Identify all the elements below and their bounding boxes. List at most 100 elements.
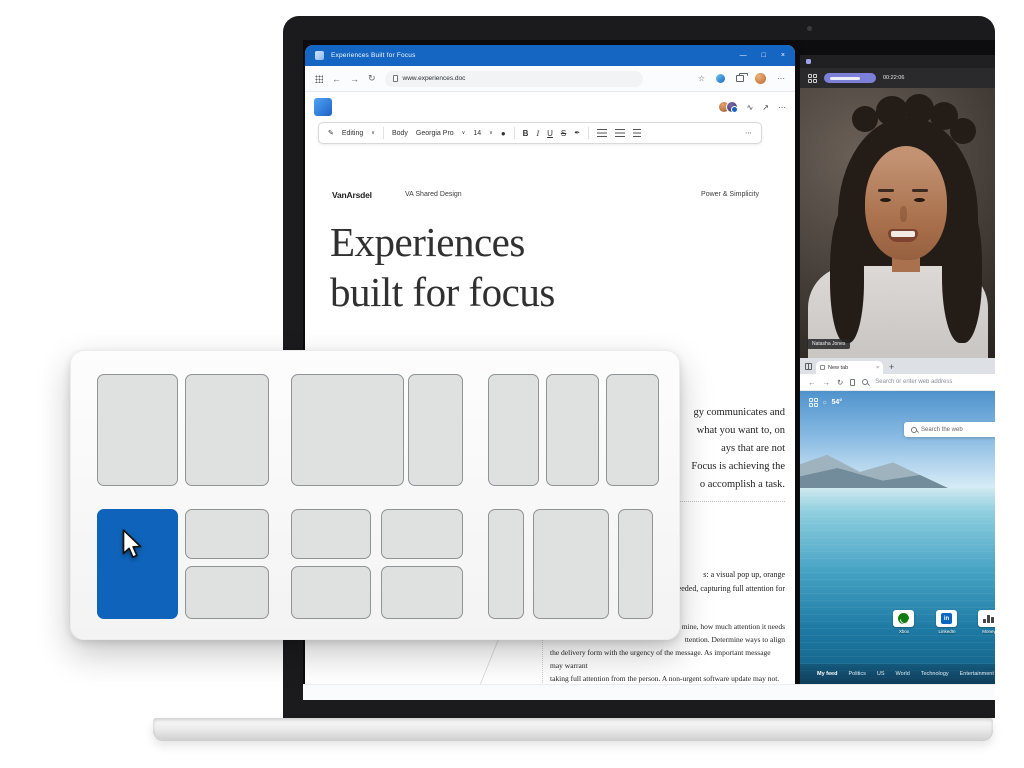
profile-avatar[interactable] <box>755 73 766 84</box>
underline-button[interactable]: U <box>547 129 553 138</box>
doc-header-center: VA Shared Design <box>405 191 462 198</box>
search-icon <box>862 379 868 385</box>
feed-tab-world[interactable]: World <box>896 671 910 677</box>
refresh-icon[interactable]: ↻ <box>368 73 376 84</box>
edge-window[interactable]: New tab × + ← → ↻ Search or enter web ad… <box>800 358 995 684</box>
xbox-icon <box>898 613 909 624</box>
snap-cell-selected[interactable] <box>97 509 178 619</box>
snap-cell[interactable] <box>185 566 269 619</box>
layout-grid-icon[interactable] <box>809 398 818 407</box>
feed-tab-my-feed[interactable]: My feed <box>817 671 837 677</box>
chevron-down-icon[interactable]: ∨ <box>489 130 493 136</box>
font-select[interactable]: Georgia Pro <box>416 130 454 137</box>
close-icon[interactable]: × <box>781 52 785 59</box>
refresh-icon[interactable]: ↻ <box>837 378 843 387</box>
quick-link-label: LinkedIn <box>927 629 967 634</box>
maximize-icon[interactable]: □ <box>762 52 766 59</box>
snap-cell[interactable] <box>291 566 371 619</box>
forward-icon[interactable]: → <box>350 74 359 84</box>
more-options-icon[interactable]: ⋯ <box>778 103 786 112</box>
address-url: www.experiences.doc <box>403 75 466 82</box>
ocean-background <box>800 488 995 684</box>
snap-cell[interactable] <box>533 509 609 619</box>
snap-cell[interactable] <box>381 566 463 619</box>
close-tab-icon[interactable]: × <box>876 365 879 371</box>
snap-cell[interactable] <box>185 509 269 559</box>
quick-link-money[interactable] <box>978 610 995 627</box>
gallery-view-icon[interactable] <box>808 74 817 83</box>
style-select[interactable]: Body <box>392 130 408 137</box>
snap-cell[interactable] <box>618 509 653 619</box>
snap-cell[interactable] <box>291 509 371 559</box>
italic-button[interactable]: I <box>536 129 539 138</box>
collections-icon[interactable] <box>736 75 744 82</box>
collaborator-avatars[interactable] <box>718 101 738 113</box>
tab-actions-icon[interactable] <box>805 363 812 370</box>
address-bar[interactable]: www.experiences.doc <box>385 71 643 87</box>
page-icon <box>850 379 855 386</box>
meeting-window[interactable]: 00:22:06 Natasha <box>800 55 995 358</box>
window-titlebar[interactable]: Experiences Built for Focus — □ × <box>305 45 795 66</box>
feed-tab-us[interactable]: US <box>877 671 885 677</box>
numbered-list-icon[interactable] <box>615 129 625 137</box>
news-feed-nav: My feed Politics US World Technology Ent… <box>800 664 995 684</box>
new-tab-page: ☼ 54° Search the web Xbox in LinkedIn Mo… <box>800 391 995 684</box>
meeting-timer: 00:22:06 <box>883 75 904 81</box>
snap-cell[interactable] <box>291 374 404 486</box>
minimize-icon[interactable]: — <box>740 52 747 59</box>
edge-address-bar: ← → ↻ Search or enter web address <box>800 374 995 391</box>
chevron-down-icon[interactable]: ∨ <box>462 130 466 136</box>
editing-mode-button[interactable]: Editing <box>342 130 363 137</box>
doc-paragraph-4: the delivery form with the urgency of th… <box>550 646 785 684</box>
activity-icon[interactable]: ∿ <box>747 103 754 112</box>
quick-link-label: Xbox <box>884 629 924 634</box>
feed-tab-technology[interactable]: Technology <box>921 671 949 677</box>
snap-cell[interactable] <box>546 374 599 486</box>
snap-cell[interactable] <box>488 509 524 619</box>
meeting-toolbar: 00:22:06 <box>800 68 995 88</box>
ribbon-more-icon[interactable]: ⋯ <box>745 129 752 137</box>
participant-name-tag: Natasha Jones <box>807 339 850 349</box>
sun-icon: ☼ <box>822 400 828 406</box>
align-icon[interactable] <box>633 129 641 137</box>
snap-cell[interactable] <box>381 509 463 559</box>
meeting-titlebar[interactable] <box>800 55 995 68</box>
weather-widget[interactable]: ☼ 54° <box>809 398 842 407</box>
font-size-select[interactable]: 14 <box>473 130 481 137</box>
bullet-list-icon[interactable] <box>597 129 607 137</box>
snap-cell[interactable] <box>185 374 269 486</box>
new-tab-button[interactable]: + <box>889 362 894 372</box>
feed-tab-politics[interactable]: Politics <box>848 671 865 677</box>
chevron-down-icon[interactable]: ∨ <box>371 130 375 136</box>
snap-cell[interactable] <box>488 374 539 486</box>
browser-essentials-icon[interactable] <box>716 74 725 83</box>
address-placeholder[interactable]: Search or enter web address <box>875 379 952 385</box>
favorites-icon[interactable]: ☆ <box>698 74 705 83</box>
word-logo-icon[interactable] <box>314 98 332 116</box>
web-search-box[interactable]: Search the web <box>904 422 995 437</box>
ink-pen-icon[interactable]: ✒ <box>574 129 580 137</box>
font-color-icon[interactable]: ● <box>501 129 506 138</box>
apps-grid-icon[interactable] <box>315 75 323 83</box>
back-icon[interactable]: ← <box>808 378 816 387</box>
word-app-bar: ∿ ↗ ⋯ <box>305 93 795 121</box>
back-icon[interactable]: ← <box>332 74 341 84</box>
bold-button[interactable]: B <box>523 129 529 138</box>
cursor-icon <box>119 529 145 561</box>
formatting-toolbar: ✎ Editing ∨ Body Georgia Pro ∨ 14 ∨ ● B … <box>318 122 762 144</box>
quick-link-linkedin[interactable]: in <box>936 610 957 627</box>
tab-new-tab[interactable]: New tab × <box>816 361 883 374</box>
document-file-icon <box>393 75 398 82</box>
meeting-app-icon <box>806 59 811 64</box>
snap-cell[interactable] <box>606 374 659 486</box>
search-icon <box>911 427 917 433</box>
feed-tab-entertainment[interactable]: Entertainment <box>960 671 994 677</box>
edit-pencil-icon: ✎ <box>328 129 334 137</box>
share-icon[interactable]: ↗ <box>762 103 769 112</box>
quick-link-xbox[interactable] <box>893 610 914 627</box>
forward-icon[interactable]: → <box>823 378 831 387</box>
snap-cell[interactable] <box>408 374 463 486</box>
more-menu-icon[interactable]: ⋯ <box>777 74 785 83</box>
snap-cell[interactable] <box>97 374 178 486</box>
strikethrough-button[interactable]: S <box>561 129 566 138</box>
